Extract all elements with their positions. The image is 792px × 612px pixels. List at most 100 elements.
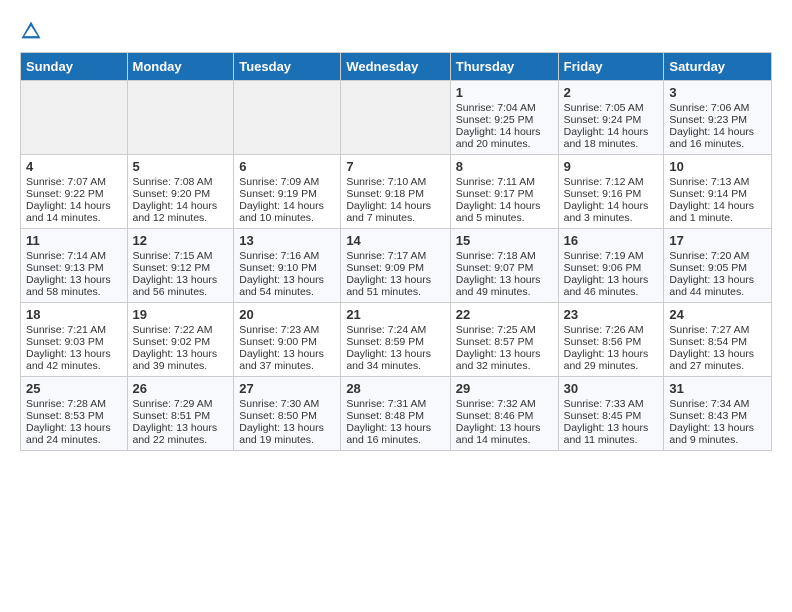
day-number: 29 [456, 381, 553, 396]
daylight-hours-text: Daylight: 13 hours [346, 348, 444, 360]
weekday-header-row: SundayMondayTuesdayWednesdayThursdayFrid… [21, 53, 772, 81]
sunrise-text: Sunrise: 7:04 AM [456, 102, 553, 114]
sunset-text: Sunset: 8:46 PM [456, 410, 553, 422]
daylight-hours-text: Daylight: 13 hours [669, 274, 766, 286]
daylight-hours-text: Daylight: 14 hours [26, 200, 122, 212]
daylight-minutes-text: and 11 minutes. [564, 434, 659, 446]
day-number: 30 [564, 381, 659, 396]
daylight-hours-text: Daylight: 13 hours [669, 422, 766, 434]
daylight-minutes-text: and 12 minutes. [133, 212, 229, 224]
calendar-cell: 8Sunrise: 7:11 AMSunset: 9:17 PMDaylight… [450, 155, 558, 229]
calendar-cell: 1Sunrise: 7:04 AMSunset: 9:25 PMDaylight… [450, 81, 558, 155]
day-number: 2 [564, 85, 659, 100]
day-number: 10 [669, 159, 766, 174]
daylight-minutes-text: and 19 minutes. [239, 434, 335, 446]
daylight-hours-text: Daylight: 14 hours [239, 200, 335, 212]
sunset-text: Sunset: 9:00 PM [239, 336, 335, 348]
sunset-text: Sunset: 9:25 PM [456, 114, 553, 126]
calendar-cell: 10Sunrise: 7:13 AMSunset: 9:14 PMDayligh… [664, 155, 772, 229]
calendar-cell: 2Sunrise: 7:05 AMSunset: 9:24 PMDaylight… [558, 81, 664, 155]
daylight-minutes-text: and 16 minutes. [346, 434, 444, 446]
daylight-hours-text: Daylight: 13 hours [346, 422, 444, 434]
page-header [20, 20, 772, 42]
daylight-hours-text: Daylight: 14 hours [669, 126, 766, 138]
logo-icon [20, 20, 42, 42]
sunrise-text: Sunrise: 7:33 AM [564, 398, 659, 410]
day-number: 19 [133, 307, 229, 322]
calendar-cell: 19Sunrise: 7:22 AMSunset: 9:02 PMDayligh… [127, 303, 234, 377]
daylight-hours-text: Daylight: 13 hours [456, 274, 553, 286]
sunset-text: Sunset: 9:20 PM [133, 188, 229, 200]
daylight-minutes-text: and 37 minutes. [239, 360, 335, 372]
calendar-cell [234, 81, 341, 155]
sunset-text: Sunset: 9:10 PM [239, 262, 335, 274]
calendar-cell: 17Sunrise: 7:20 AMSunset: 9:05 PMDayligh… [664, 229, 772, 303]
calendar-cell: 9Sunrise: 7:12 AMSunset: 9:16 PMDaylight… [558, 155, 664, 229]
sunrise-text: Sunrise: 7:17 AM [346, 250, 444, 262]
daylight-hours-text: Daylight: 13 hours [669, 348, 766, 360]
calendar-week-row: 11Sunrise: 7:14 AMSunset: 9:13 PMDayligh… [21, 229, 772, 303]
day-number: 25 [26, 381, 122, 396]
daylight-hours-text: Daylight: 13 hours [26, 348, 122, 360]
sunset-text: Sunset: 9:05 PM [669, 262, 766, 274]
sunrise-text: Sunrise: 7:22 AM [133, 324, 229, 336]
sunrise-text: Sunrise: 7:13 AM [669, 176, 766, 188]
day-number: 27 [239, 381, 335, 396]
day-number: 26 [133, 381, 229, 396]
calendar-cell: 27Sunrise: 7:30 AMSunset: 8:50 PMDayligh… [234, 377, 341, 451]
calendar-cell: 6Sunrise: 7:09 AMSunset: 9:19 PMDaylight… [234, 155, 341, 229]
sunset-text: Sunset: 9:24 PM [564, 114, 659, 126]
day-number: 6 [239, 159, 335, 174]
day-number: 14 [346, 233, 444, 248]
daylight-hours-text: Daylight: 13 hours [456, 348, 553, 360]
daylight-minutes-text: and 27 minutes. [669, 360, 766, 372]
daylight-minutes-text: and 1 minute. [669, 212, 766, 224]
weekday-header: Monday [127, 53, 234, 81]
weekday-header: Saturday [664, 53, 772, 81]
sunrise-text: Sunrise: 7:25 AM [456, 324, 553, 336]
day-number: 18 [26, 307, 122, 322]
sunrise-text: Sunrise: 7:07 AM [26, 176, 122, 188]
sunset-text: Sunset: 8:48 PM [346, 410, 444, 422]
sunset-text: Sunset: 8:53 PM [26, 410, 122, 422]
weekday-header: Tuesday [234, 53, 341, 81]
calendar-cell: 28Sunrise: 7:31 AMSunset: 8:48 PMDayligh… [341, 377, 450, 451]
daylight-hours-text: Daylight: 14 hours [456, 126, 553, 138]
calendar-week-row: 4Sunrise: 7:07 AMSunset: 9:22 PMDaylight… [21, 155, 772, 229]
daylight-minutes-text: and 14 minutes. [26, 212, 122, 224]
day-number: 7 [346, 159, 444, 174]
daylight-minutes-text: and 46 minutes. [564, 286, 659, 298]
daylight-minutes-text: and 16 minutes. [669, 138, 766, 150]
sunset-text: Sunset: 8:59 PM [346, 336, 444, 348]
weekday-header: Friday [558, 53, 664, 81]
calendar-cell [127, 81, 234, 155]
sunset-text: Sunset: 9:06 PM [564, 262, 659, 274]
calendar-cell: 12Sunrise: 7:15 AMSunset: 9:12 PMDayligh… [127, 229, 234, 303]
sunrise-text: Sunrise: 7:26 AM [564, 324, 659, 336]
sunrise-text: Sunrise: 7:18 AM [456, 250, 553, 262]
daylight-hours-text: Daylight: 14 hours [564, 126, 659, 138]
calendar-cell: 7Sunrise: 7:10 AMSunset: 9:18 PMDaylight… [341, 155, 450, 229]
daylight-hours-text: Daylight: 13 hours [133, 348, 229, 360]
sunrise-text: Sunrise: 7:23 AM [239, 324, 335, 336]
day-number: 5 [133, 159, 229, 174]
day-number: 17 [669, 233, 766, 248]
sunset-text: Sunset: 8:51 PM [133, 410, 229, 422]
calendar-cell: 4 Sunrise: 7:07 AMSunset: 9:22 PMDaylight… [21, 155, 128, 229]
sunrise-text: Sunrise: 7:08 AM [133, 176, 229, 188]
calendar-cell: 15Sunrise: 7:18 AMSunset: 9:07 PMDayligh… [450, 229, 558, 303]
day-number: 4 [26, 159, 122, 174]
sunset-text: Sunset: 9:03 PM [26, 336, 122, 348]
sunrise-text: Sunrise: 7:24 AM [346, 324, 444, 336]
day-number: 21 [346, 307, 444, 322]
daylight-minutes-text: and 18 minutes. [564, 138, 659, 150]
calendar-week-row: 18Sunrise: 7:21 AMSunset: 9:03 PMDayligh… [21, 303, 772, 377]
sunset-text: Sunset: 9:22 PM [26, 188, 122, 200]
calendar-cell: 18Sunrise: 7:21 AMSunset: 9:03 PMDayligh… [21, 303, 128, 377]
calendar-cell: 22Sunrise: 7:25 AMSunset: 8:57 PMDayligh… [450, 303, 558, 377]
day-number: 28 [346, 381, 444, 396]
daylight-hours-text: Daylight: 13 hours [564, 348, 659, 360]
day-number: 31 [669, 381, 766, 396]
sunset-text: Sunset: 8:56 PM [564, 336, 659, 348]
sunrise-text: Sunrise: 7:15 AM [133, 250, 229, 262]
